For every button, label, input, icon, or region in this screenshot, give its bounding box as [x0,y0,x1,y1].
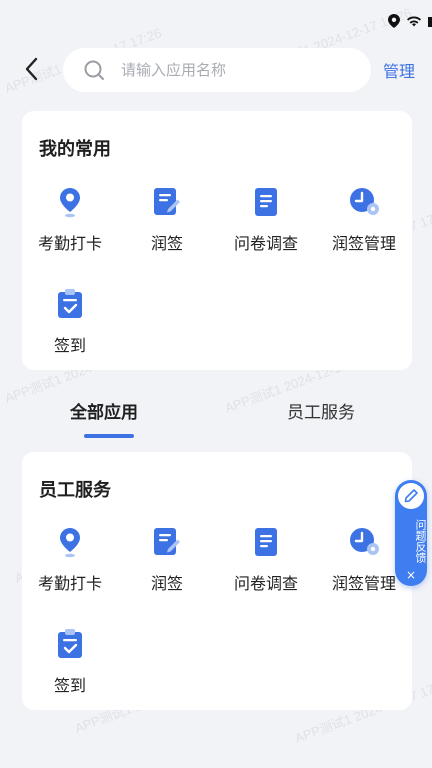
app-label: 润签管理 [331,234,396,253]
app-sign[interactable]: 润签 [119,525,215,595]
sign-manage-icon [347,525,381,559]
search-input[interactable] [121,48,361,92]
staff-service-card: 员工服务 考勤打卡 润签 问卷调查 润签管理 签到 [22,452,412,710]
tab-staff-service[interactable]: 员工服务 [287,398,355,423]
signal-icon [428,17,432,27]
app-label: 问卷调查 [233,234,298,253]
location-pin-icon [53,185,87,219]
status-bar [0,0,432,40]
app-checkin[interactable]: 签到 [22,627,118,697]
app-label: 润签 [150,574,183,593]
app-label: 考勤打卡 [37,234,102,253]
feedback-float-button[interactable]: 问题反馈 × [395,480,427,586]
app-label: 签到 [53,336,86,355]
status-icons [388,14,432,28]
checkin-clipboard-icon [53,287,87,321]
app-checkin[interactable]: 签到 [22,287,118,357]
sign-edit-icon [150,185,184,219]
app-label: 问卷调查 [233,574,298,593]
app-label: 润签 [150,234,183,253]
pen-icon [398,483,424,509]
sign-edit-icon [150,525,184,559]
favorites-card: 我的常用 考勤打卡 润签 问卷调查 润签管理 签到 [22,111,412,370]
header-bar: 管理 [0,46,432,92]
app-questionnaire[interactable]: 问卷调查 [218,185,314,255]
wifi-icon [407,16,421,27]
search-box[interactable] [63,48,371,92]
app-attendance[interactable]: 考勤打卡 [22,525,118,595]
feedback-close-icon[interactable]: × [395,568,427,582]
app-attendance[interactable]: 考勤打卡 [22,185,118,255]
tab-all-apps[interactable]: 全部应用 [70,398,138,423]
checkin-clipboard-icon [53,627,87,661]
app-sign[interactable]: 润签 [119,185,215,255]
staff-service-title: 员工服务 [39,480,111,501]
location-pin-icon [53,525,87,559]
questionnaire-icon [249,185,283,219]
location-status-icon [388,14,400,28]
app-questionnaire[interactable]: 问卷调查 [218,525,314,595]
feedback-label: 问题反馈 [414,519,427,563]
manage-button[interactable]: 管理 [383,58,415,82]
app-label: 签到 [53,676,86,695]
search-icon [84,60,104,80]
tab-active-indicator [84,434,134,438]
app-label: 考勤打卡 [37,574,102,593]
back-button[interactable] [20,56,44,82]
questionnaire-icon [249,525,283,559]
chevron-left-icon [25,57,38,81]
favorites-title: 我的常用 [39,139,111,160]
sign-manage-icon [347,185,381,219]
category-tabs: 全部应用 员工服务 [0,392,432,442]
app-sign-manage[interactable]: 润签管理 [316,185,412,255]
